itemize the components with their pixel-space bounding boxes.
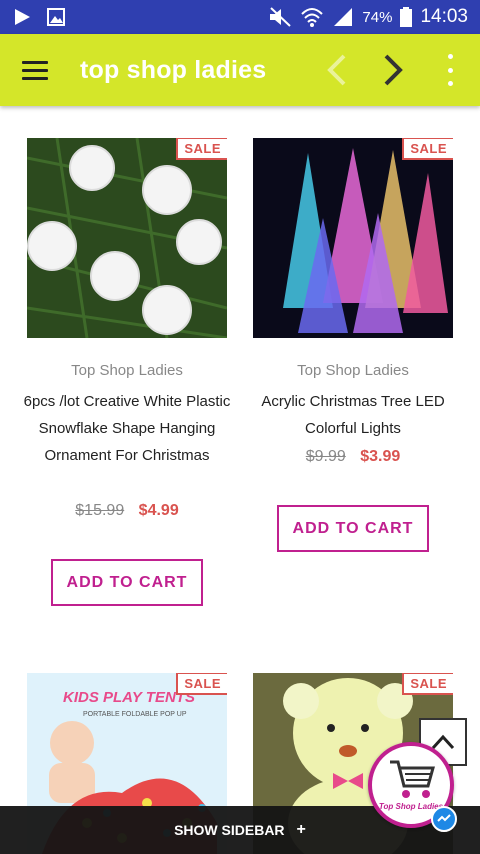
show-sidebar-label: SHOW SIDEBAR <box>174 822 285 838</box>
add-to-cart-button[interactable]: ADD TO CART <box>51 559 203 606</box>
image-caption: KIDS PLAY TENTS <box>63 689 195 706</box>
sale-badge: SALE <box>402 673 453 695</box>
battery-percent: 74% <box>362 8 393 26</box>
product-name[interactable]: Acrylic Christmas Tree LED Colorful Ligh… <box>238 388 468 442</box>
chevron-right-icon[interactable] <box>378 52 408 88</box>
signal-icon <box>334 8 353 26</box>
status-bar: 74% 14:03 <box>0 0 480 34</box>
sale-badge: SALE <box>176 138 227 160</box>
clock: 14:03 <box>420 6 468 27</box>
old-price: $15.99 <box>75 502 125 519</box>
image-subcaption: PORTABLE FOLDABLE POP UP <box>83 711 187 718</box>
app-title[interactable]: top shop ladies <box>80 56 266 85</box>
play-icon <box>15 9 30 25</box>
app-bar: top shop ladies <box>0 34 480 106</box>
product-name[interactable]: 6pcs /lot Creative White Plastic Snowfla… <box>12 388 242 469</box>
shopping-cart-icon <box>390 760 435 798</box>
product-image[interactable]: SALE <box>253 138 453 338</box>
product-image[interactable]: SALE <box>27 138 227 338</box>
hamburger-menu-icon[interactable] <box>22 53 56 87</box>
wifi-icon <box>301 8 324 27</box>
more-vert-icon[interactable] <box>440 54 460 86</box>
sale-price: $4.99 <box>138 502 179 519</box>
battery-icon <box>400 7 413 27</box>
product-vendor[interactable]: Top Shop Ladies <box>238 362 468 379</box>
messenger-icon[interactable] <box>431 806 457 832</box>
price-row: $15.99 $4.99 <box>12 502 242 520</box>
chevron-left-icon[interactable] <box>322 52 352 88</box>
old-price: $9.99 <box>305 448 346 465</box>
sale-price: $3.99 <box>360 448 401 465</box>
sale-badge: SALE <box>402 138 453 160</box>
add-to-cart-button[interactable]: ADD TO CART <box>277 505 429 552</box>
product-vendor[interactable]: Top Shop Ladies <box>12 362 242 379</box>
price-row: $9.99 $3.99 <box>238 448 468 466</box>
mute-icon <box>270 7 292 27</box>
sale-badge: SALE <box>176 673 227 695</box>
plus-icon: + <box>296 821 306 838</box>
image-icon <box>47 8 65 26</box>
